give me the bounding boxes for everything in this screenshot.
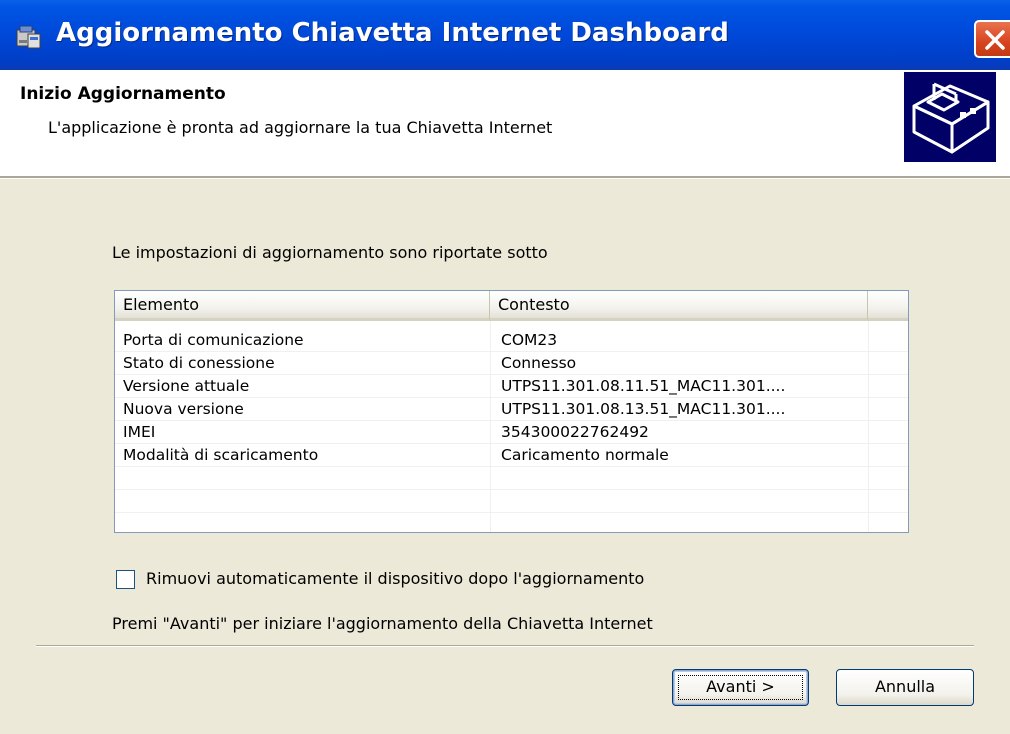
table-row[interactable]: Versione attuale UTPS11.301.08.11.51_MAC… bbox=[115, 375, 908, 398]
cell-context: Caricamento normale bbox=[501, 446, 669, 464]
instruction-text: Premi "Avanti" per iniziare l'aggiorname… bbox=[112, 614, 653, 633]
cell-context: 354300022762492 bbox=[501, 423, 649, 441]
cell-element: Nuova versione bbox=[123, 400, 244, 418]
wizard-header: Inizio Aggiornamento L'applicazione è pr… bbox=[0, 70, 1010, 176]
installer-icon bbox=[14, 22, 44, 52]
auto-remove-label[interactable]: Rimuovi automaticamente il dispositivo d… bbox=[146, 569, 644, 588]
header-subtitle: L'applicazione è pronta ad aggiornare la… bbox=[48, 118, 553, 137]
focus-rectangle bbox=[678, 675, 803, 700]
intro-text: Le impostazioni di aggiornamento sono ri… bbox=[112, 243, 548, 262]
cell-context: COM23 bbox=[501, 331, 558, 349]
header-separator bbox=[0, 176, 1010, 179]
title-bar[interactable]: Aggiornamento Chiavetta Internet Dashboa… bbox=[0, 0, 1010, 70]
cell-context: UTPS11.301.08.11.51_MAC11.301.... bbox=[501, 377, 786, 395]
cell-element: IMEI bbox=[123, 423, 156, 441]
close-button[interactable] bbox=[974, 20, 1010, 58]
cell-element: Versione attuale bbox=[123, 377, 250, 395]
table-row[interactable]: IMEI 354300022762492 bbox=[115, 421, 908, 444]
window-title: Aggiornamento Chiavetta Internet Dashboa… bbox=[56, 18, 729, 48]
cell-element: Stato di conessione bbox=[123, 354, 275, 372]
cell-element: Porta di comunicazione bbox=[123, 331, 304, 349]
table-row[interactable]: Porta di comunicazione COM23 bbox=[115, 329, 908, 352]
cell-context: UTPS11.301.08.13.51_MAC11.301.... bbox=[501, 400, 786, 418]
footer-separator bbox=[36, 645, 974, 647]
update-settings-list[interactable]: Elemento Contesto Porta di comunicazione… bbox=[114, 290, 909, 533]
table-row[interactable]: Modalità di scaricamento Caricamento nor… bbox=[115, 444, 908, 467]
table-row[interactable]: Stato di conessione Connesso bbox=[115, 352, 908, 375]
column-header-element[interactable]: Elemento bbox=[115, 291, 490, 321]
cell-context: Connesso bbox=[501, 354, 577, 372]
cancel-button[interactable]: Annulla bbox=[836, 669, 974, 706]
table-row[interactable] bbox=[115, 467, 908, 490]
column-header-extra[interactable] bbox=[868, 291, 908, 321]
auto-remove-checkbox[interactable] bbox=[116, 570, 135, 589]
column-header-context[interactable]: Contesto bbox=[490, 291, 868, 321]
header-title: Inizio Aggiornamento bbox=[20, 84, 226, 104]
cancel-button-label: Annulla bbox=[874, 677, 936, 696]
table-row[interactable] bbox=[115, 490, 908, 513]
next-button[interactable]: Avanti > bbox=[672, 669, 809, 706]
update-dialog: Aggiornamento Chiavetta Internet Dashboa… bbox=[0, 0, 1010, 734]
device-box-icon bbox=[904, 72, 996, 162]
table-row[interactable]: Nuova versione UTPS11.301.08.13.51_MAC11… bbox=[115, 398, 908, 421]
cell-element: Modalità di scaricamento bbox=[123, 446, 319, 464]
